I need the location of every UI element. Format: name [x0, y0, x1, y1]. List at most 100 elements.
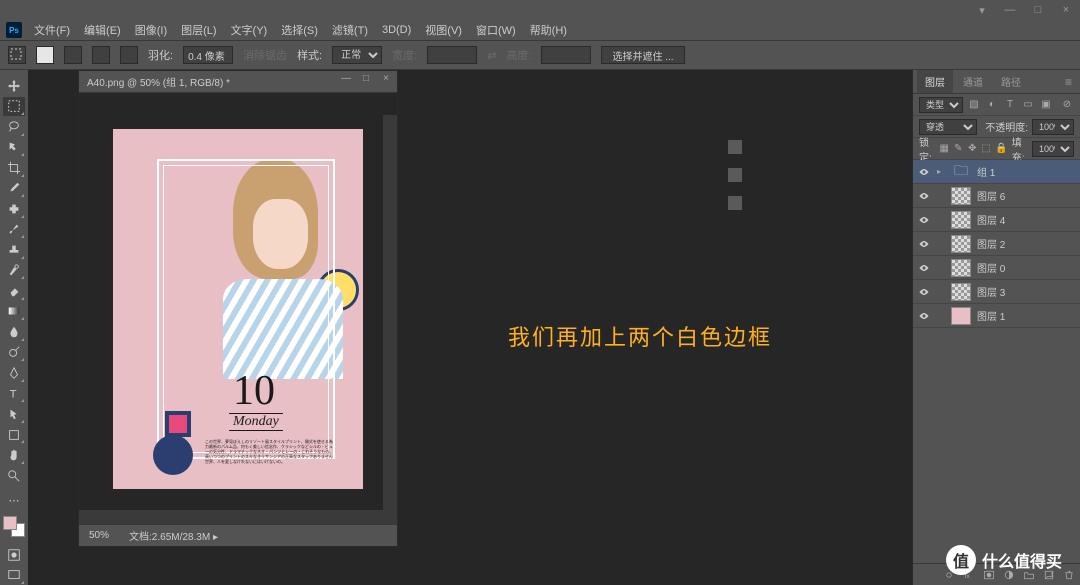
opacity-select[interactable]: 100%: [1032, 119, 1074, 135]
layer-row[interactable]: 图层 6: [913, 184, 1080, 208]
gradient-tool[interactable]: [3, 302, 25, 322]
eyedropper-tool[interactable]: [3, 179, 25, 199]
minidock-color-icon[interactable]: [728, 168, 742, 182]
zoom-tool[interactable]: [3, 466, 25, 486]
menu-file[interactable]: 文件(F): [28, 20, 76, 40]
stamp-tool[interactable]: [3, 240, 25, 260]
menu-filter[interactable]: 滤镜(T): [326, 20, 374, 40]
visibility-icon[interactable]: [917, 285, 931, 299]
move-tool[interactable]: [3, 76, 25, 96]
layer-row[interactable]: 图层 4: [913, 208, 1080, 232]
add-selection-icon[interactable]: [64, 46, 82, 64]
artwork: 10 Monday この世界、夢見ぼえしのリゾート風スタイルプリント、開式を使せ…: [113, 129, 363, 489]
menu-select[interactable]: 选择(S): [275, 20, 324, 40]
layer-row[interactable]: 图层 2: [913, 232, 1080, 256]
menu-layer[interactable]: 图层(L): [175, 20, 222, 40]
doc-close-icon[interactable]: ×: [379, 73, 393, 84]
layer-row[interactable]: 图层 0: [913, 256, 1080, 280]
tab-paths[interactable]: 路径: [993, 70, 1029, 93]
lock-nest-icon[interactable]: ⬚: [981, 142, 991, 156]
artwork-number: 10: [233, 367, 275, 415]
screenmode-tool[interactable]: [3, 566, 25, 585]
visibility-icon[interactable]: [917, 213, 931, 227]
delete-layer-icon[interactable]: [1062, 568, 1076, 582]
layer-name: 图层 3: [977, 284, 1005, 299]
menu-3d[interactable]: 3D(D): [376, 22, 417, 38]
tab-channels[interactable]: 通道: [955, 70, 991, 93]
edit-toolbar-icon[interactable]: ⋯: [3, 491, 25, 511]
menu-window[interactable]: 窗口(W): [470, 20, 522, 40]
blend-mode-select[interactable]: 穿透: [919, 119, 977, 135]
minidock-history-icon[interactable]: [728, 140, 742, 154]
feather-input[interactable]: [183, 46, 233, 64]
zoom-level[interactable]: 50%: [89, 530, 109, 541]
marquee-tool[interactable]: [3, 97, 25, 117]
doc-minimize-icon[interactable]: —: [339, 73, 353, 84]
antialias-label: 消除锯齿: [243, 47, 287, 63]
menu-edit[interactable]: 编辑(E): [78, 20, 127, 40]
color-swatches[interactable]: [3, 516, 25, 537]
menu-type[interactable]: 文字(Y): [225, 20, 274, 40]
blur-tool[interactable]: [3, 322, 25, 342]
document-tab[interactable]: A40.png @ 50% (组 1, RGB/8) * — □ ×: [79, 71, 397, 93]
close-icon[interactable]: ×: [1056, 2, 1076, 18]
shape-tool[interactable]: [3, 425, 25, 445]
minimize-icon[interactable]: —: [1000, 2, 1020, 18]
pen-tool[interactable]: [3, 363, 25, 383]
new-selection-icon[interactable]: [36, 46, 54, 64]
filter-toggle-icon[interactable]: ⊘: [1060, 98, 1074, 112]
lock-trans-icon[interactable]: ▦: [939, 142, 949, 156]
scrollbar-horizontal[interactable]: [79, 510, 397, 524]
quickmask-tool[interactable]: [3, 545, 25, 565]
maximize-icon[interactable]: □: [1028, 2, 1048, 18]
folder-icon: 🗀: [951, 163, 971, 181]
eraser-tool[interactable]: [3, 281, 25, 301]
visibility-icon[interactable]: [917, 309, 931, 323]
dodge-tool[interactable]: [3, 343, 25, 363]
visibility-icon[interactable]: [917, 237, 931, 251]
menu-image[interactable]: 图像(I): [129, 20, 173, 40]
layer-row[interactable]: 图层 1: [913, 304, 1080, 328]
style-select[interactable]: 正常: [332, 46, 382, 64]
menu-view[interactable]: 视图(V): [419, 20, 468, 40]
menu-help[interactable]: 帮助(H): [524, 20, 573, 40]
minidock-properties-icon[interactable]: [728, 196, 742, 210]
path-select-tool[interactable]: [3, 404, 25, 424]
filter-smart-icon[interactable]: ▣: [1039, 98, 1053, 112]
document-canvas[interactable]: 10 Monday この世界、夢見ぼえしのリゾート風スタイルプリント、開式を使せ…: [79, 93, 397, 524]
type-tool[interactable]: T: [3, 384, 25, 404]
foreground-color[interactable]: [3, 516, 17, 530]
lock-pos-icon[interactable]: ✥: [967, 142, 977, 156]
lock-paint-icon[interactable]: ✎: [953, 142, 963, 156]
fill-select[interactable]: 100%: [1032, 141, 1074, 157]
quick-select-tool[interactable]: [3, 138, 25, 158]
filter-image-icon[interactable]: ▧: [967, 98, 981, 112]
panel-menu-icon[interactable]: ≡: [1061, 75, 1076, 89]
visibility-icon[interactable]: [917, 189, 931, 203]
collapse-icon[interactable]: ▾: [972, 2, 992, 18]
doc-maximize-icon[interactable]: □: [359, 73, 373, 84]
tool-preset-icon[interactable]: [8, 46, 26, 64]
select-and-mask-button[interactable]: 选择并遮住 ...: [601, 46, 684, 64]
filter-adjust-icon[interactable]: ◐: [985, 98, 999, 112]
history-brush-tool[interactable]: [3, 261, 25, 281]
tab-layers[interactable]: 图层: [917, 70, 953, 93]
subtract-selection-icon[interactable]: [92, 46, 110, 64]
lasso-tool[interactable]: [3, 117, 25, 137]
filter-shape-icon[interactable]: ▭: [1021, 98, 1035, 112]
layer-filter-select[interactable]: 类型: [919, 97, 963, 113]
filter-type-icon[interactable]: T: [1003, 98, 1017, 112]
scrollbar-vertical[interactable]: [383, 115, 397, 510]
visibility-icon[interactable]: [917, 261, 931, 275]
heal-tool[interactable]: [3, 199, 25, 219]
crop-tool[interactable]: [3, 158, 25, 178]
layer-name: 图层 4: [977, 212, 1005, 227]
lock-all-icon[interactable]: 🔒: [995, 142, 1007, 156]
brush-tool[interactable]: [3, 220, 25, 240]
layer-row[interactable]: 图层 3: [913, 280, 1080, 304]
visibility-icon[interactable]: [917, 165, 931, 179]
intersect-selection-icon[interactable]: [120, 46, 138, 64]
layer-row[interactable]: ▸🗀组 1: [913, 160, 1080, 184]
hand-tool[interactable]: [3, 445, 25, 465]
app-logo: Ps: [6, 22, 22, 38]
